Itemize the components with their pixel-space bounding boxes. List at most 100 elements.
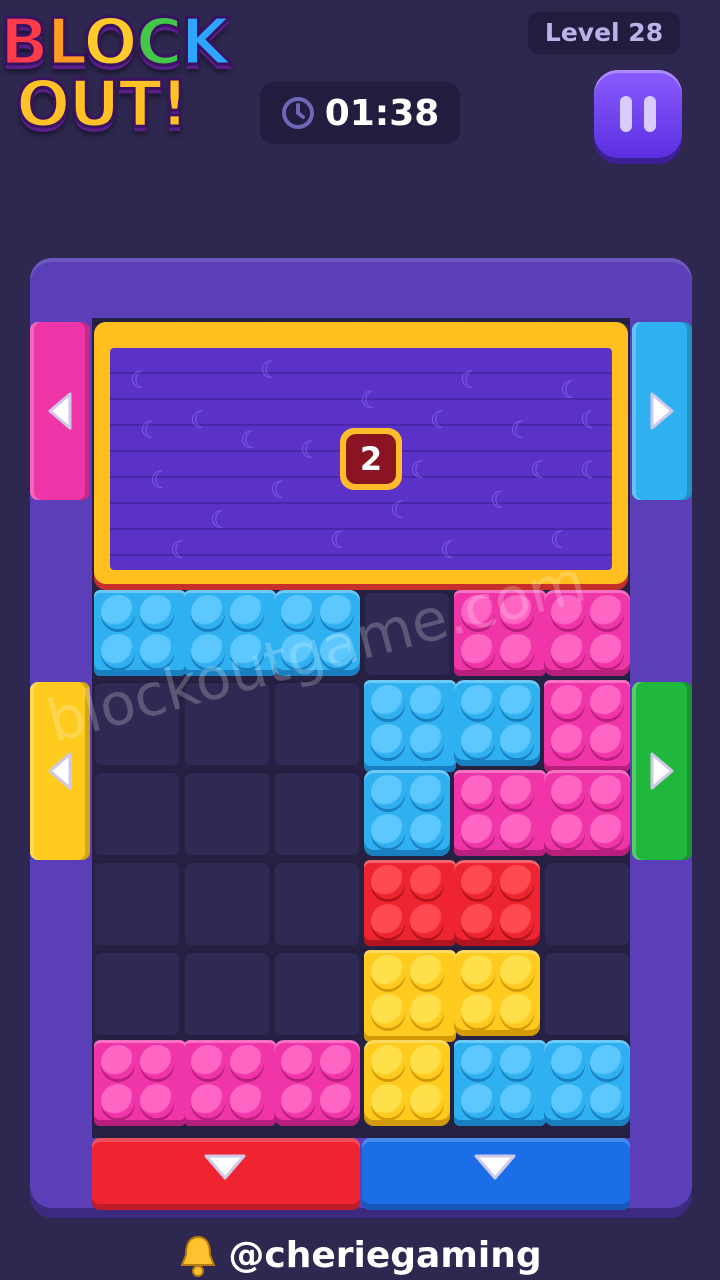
pause-icon-bar (644, 96, 656, 132)
block-stud (191, 1045, 225, 1079)
block-stud (461, 865, 495, 899)
block-stud (461, 685, 495, 719)
block-stud (551, 1045, 585, 1079)
block-stud (410, 685, 444, 719)
moon-pattern-icon: ☾ (130, 366, 152, 394)
block-stud (320, 1084, 354, 1118)
grid-cell (275, 951, 359, 1035)
timer: 01:38 (260, 82, 460, 144)
timer-value: 01:38 (324, 92, 440, 134)
block-stud (461, 814, 495, 848)
grid-cell (545, 861, 629, 945)
moon-pattern-icon: ☾ (580, 456, 602, 484)
block-stud (590, 1084, 624, 1118)
block-stud (191, 1084, 225, 1118)
block-stud (410, 955, 444, 989)
block-stud (461, 1084, 495, 1118)
block-stud (101, 634, 135, 668)
block-stud (500, 634, 534, 668)
moon-pattern-icon: ☾ (390, 496, 412, 524)
block-stud (461, 1045, 495, 1079)
block-stud (551, 724, 585, 758)
moon-pattern-icon: ☾ (210, 506, 232, 534)
arrow-left-icon (48, 392, 72, 430)
block-stud (371, 1045, 405, 1079)
grid-cell (185, 861, 269, 945)
block-stud (410, 904, 444, 938)
grid-cell (185, 771, 269, 855)
block-stud (230, 1045, 264, 1079)
lock-counter-badge: 2 (340, 428, 402, 490)
moon-pattern-icon: ☾ (530, 456, 552, 484)
block-stud (371, 955, 405, 989)
block-stud (281, 1084, 315, 1118)
moon-pattern-icon: ☾ (330, 526, 352, 554)
moon-pattern-icon: ☾ (460, 366, 482, 394)
block-stud (410, 775, 444, 809)
block-stud (410, 814, 444, 848)
arrow-down-icon (474, 1154, 516, 1180)
block-stud (410, 1045, 444, 1079)
block-stud (551, 685, 585, 719)
block-stud (500, 724, 534, 758)
block-stud (551, 634, 585, 668)
arrow-right-icon (650, 752, 674, 790)
block-stud (410, 865, 444, 899)
logo-word-out: OUT! (14, 67, 190, 144)
grid-cell (275, 771, 359, 855)
lock-counter-value: 2 (346, 434, 396, 484)
moon-pattern-icon: ☾ (150, 466, 172, 494)
block-stud (590, 1045, 624, 1079)
arrow-right-icon (650, 392, 674, 430)
block-stud (551, 1084, 585, 1118)
level-indicator: Level 28 (528, 10, 680, 54)
footer: @cheriegaming (0, 1230, 720, 1280)
block-stud (461, 775, 495, 809)
block-stud (500, 955, 534, 989)
block-stud (101, 1045, 135, 1079)
moon-pattern-icon: ☾ (260, 356, 282, 384)
moon-pattern-icon: ☾ (300, 436, 322, 464)
grid-cell (185, 951, 269, 1035)
block-stud (371, 814, 405, 848)
game-logo: BLOCK OUT! (0, 0, 270, 150)
pause-button[interactable] (594, 70, 682, 158)
moon-pattern-icon: ☾ (580, 406, 602, 434)
block-stud (500, 775, 534, 809)
block-stud (500, 865, 534, 899)
block-stud (140, 1084, 174, 1118)
block-stud (590, 775, 624, 809)
clock-icon (281, 97, 314, 129)
block-stud (371, 994, 405, 1028)
block-stud (500, 685, 534, 719)
block-stud (230, 1084, 264, 1118)
block-stud (461, 724, 495, 758)
block-stud (191, 595, 225, 629)
block-stud (371, 775, 405, 809)
moon-pattern-icon: ☾ (560, 376, 582, 404)
block-stud (461, 955, 495, 989)
block-stud (500, 1084, 534, 1118)
arrow-down-icon (204, 1154, 246, 1180)
block-stud (590, 814, 624, 848)
bell-icon (180, 1235, 216, 1277)
block-stud (590, 685, 624, 719)
moon-pattern-icon: ☾ (360, 386, 382, 414)
block-stud (101, 1084, 135, 1118)
block-stud (371, 724, 405, 758)
moon-pattern-icon: ☾ (190, 406, 212, 434)
block-stud (410, 1084, 444, 1118)
block-stud (500, 814, 534, 848)
block-stud (371, 865, 405, 899)
block-stud (461, 994, 495, 1028)
block-stud (371, 904, 405, 938)
locked-block-pattern: 2 ☾ ☾ ☾ ☾ ☾ ☾ ☾ ☾ ☾ ☾ ☾ ☾ ☾ ☾ ☾ ☾ ☾ ☾ ☾ ☾ ☾ ☾ ☾ ☾ (110, 348, 612, 570)
block-stud (551, 775, 585, 809)
creator-handle: @cheriegaming (228, 1234, 542, 1276)
block-stud (551, 814, 585, 848)
block-stud (140, 595, 174, 629)
block-stud (281, 1045, 315, 1079)
block-stud (590, 595, 624, 629)
moon-pattern-icon: ☾ (270, 476, 292, 504)
locked-block[interactable]: 2 ☾ ☾ ☾ ☾ ☾ ☾ ☾ ☾ ☾ ☾ ☾ ☾ ☾ ☾ ☾ ☾ ☾ ☾ ☾ ☾ ☾ ☾ ☾ ☾ (94, 322, 628, 584)
